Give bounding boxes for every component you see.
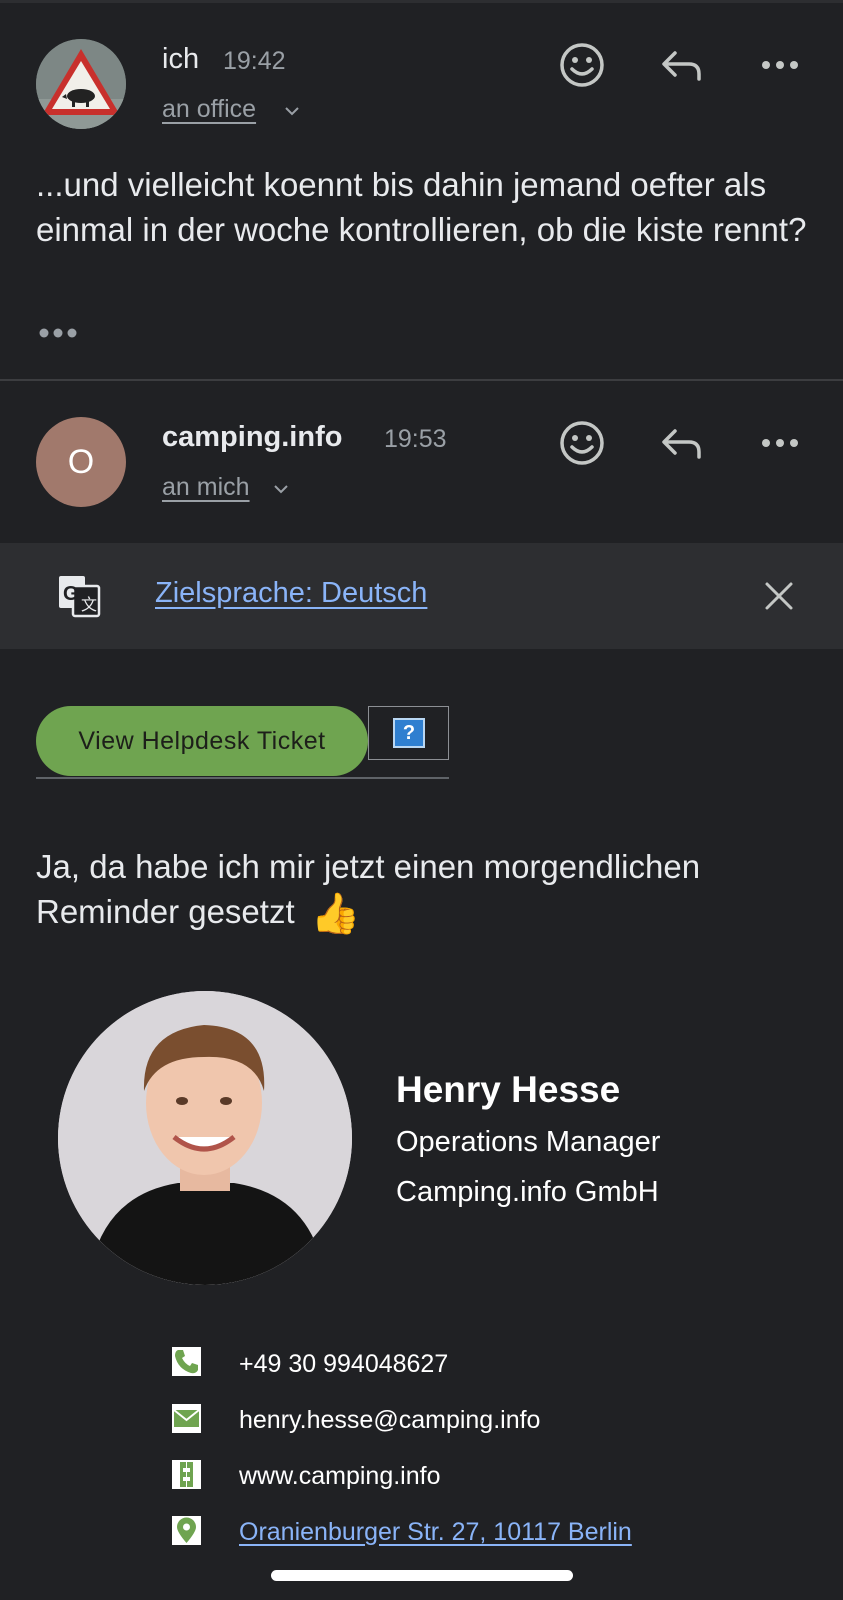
question-mark-icon: ? (393, 718, 425, 748)
web-icon (172, 1460, 201, 1489)
message-body-1: ...und vielleicht koennt bis dahin jeman… (36, 166, 807, 248)
top-divider (0, 0, 843, 3)
reply-icon[interactable] (657, 419, 705, 467)
signature-email[interactable]: henry.hesse@camping.info (239, 1406, 540, 1435)
message-header-2[interactable]: O camping.info 19:53 an mich (0, 417, 843, 527)
message-divider (0, 379, 843, 381)
svg-text:文: 文 (81, 596, 97, 614)
person-photo-icon (58, 991, 352, 1285)
message-time: 19:42 (223, 47, 286, 75)
view-helpdesk-ticket-button[interactable]: View Helpdesk Ticket (36, 706, 368, 776)
translate-icon: G 文 (57, 574, 101, 618)
sender-avatar-road-sign[interactable] (36, 39, 126, 129)
translate-bar: G 文 Zielsprache: Deutsch (0, 543, 843, 649)
reply-icon[interactable] (657, 41, 705, 89)
chevron-down-icon[interactable] (284, 101, 300, 122)
message-time: 19:53 (384, 425, 447, 453)
home-indicator[interactable] (271, 1570, 573, 1581)
signature-title: Operations Manager (396, 1126, 661, 1158)
signature-name: Henry Hesse (396, 1069, 621, 1110)
signature-address-link[interactable]: Oranienburger Str. 27, 10117 Berlin (239, 1518, 632, 1547)
sender-avatar[interactable]: O (36, 417, 126, 507)
more-options-icon[interactable] (756, 41, 804, 89)
signature-website[interactable]: www.camping.info (239, 1462, 440, 1491)
svg-text:G: G (63, 583, 79, 605)
message-body-2: Ja, da habe ich mir jetzt einen morgendl… (36, 844, 826, 937)
close-icon[interactable] (763, 580, 795, 612)
helpdesk-underline (36, 777, 449, 779)
signature-photo (58, 991, 352, 1285)
show-quoted-text-icon[interactable] (38, 326, 78, 345)
message-body-text: Ja, da habe ich mir jetzt einen morgendl… (36, 848, 701, 930)
recipient-toggle[interactable]: an mich (162, 473, 250, 502)
helpdesk-help-image[interactable]: ? (368, 706, 449, 760)
signature-company: Camping.info GmbH (396, 1176, 659, 1208)
phone-icon (172, 1347, 201, 1376)
emoji-reaction-icon[interactable] (558, 41, 606, 89)
thumbs-up-emoji: 👍 (310, 891, 361, 936)
message-header-1[interactable]: ich 19:42 an office (0, 39, 843, 149)
warning-sign-icon (36, 39, 126, 129)
signature-phone[interactable]: +49 30 994048627 (239, 1350, 448, 1379)
target-language-link[interactable]: Zielsprache: Deutsch (155, 577, 427, 610)
email-icon (172, 1404, 201, 1433)
location-icon (172, 1516, 201, 1545)
more-options-icon[interactable] (756, 419, 804, 467)
chevron-down-icon[interactable] (273, 479, 289, 500)
sender-name[interactable]: ich (162, 43, 199, 76)
emoji-reaction-icon[interactable] (558, 419, 606, 467)
sender-name[interactable]: camping.info (162, 421, 342, 454)
recipient-toggle[interactable]: an office (162, 95, 256, 124)
